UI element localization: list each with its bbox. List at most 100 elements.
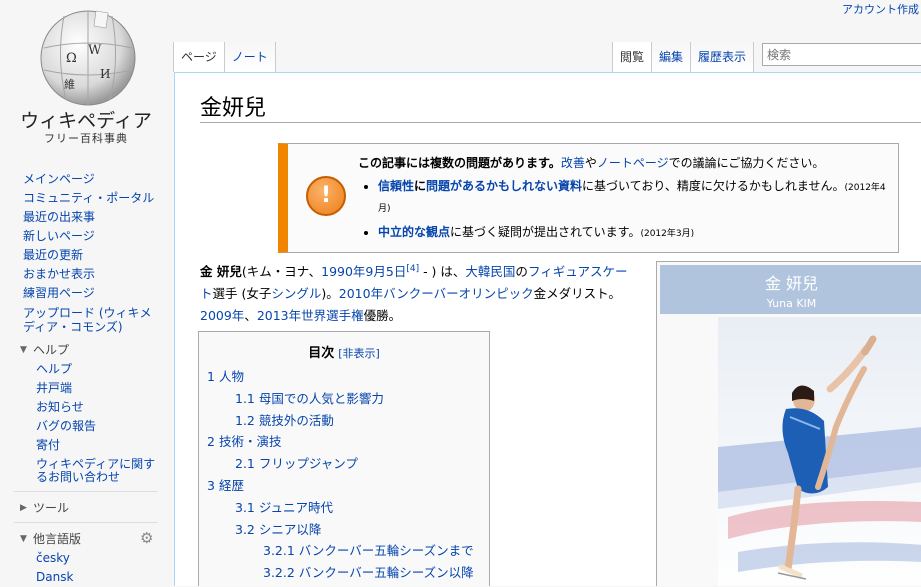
tab-history[interactable]: 履歴表示 [691,42,755,72]
article-content: 金妍兒 ! この記事には複数の問題があります。改善やノートページでの議論にご協力… [174,72,921,586]
lead-text-fragment: 選手 (女子 [212,286,272,302]
infobox-header: 金 妍兒 Yuna KIM [660,265,921,314]
sidebar-divider [14,491,158,492]
notice-text-fragment: に基づく疑問が提出されています。 [450,225,641,239]
toc-title: 目次 [非表示] [199,342,489,361]
toc-item[interactable]: 2.1 フリップジャンプ [207,453,487,475]
help-nav: ヘルプ 井戸端 お知らせ バグの報告 寄付 ウィキペディアに関するお問い合わせ [0,360,172,487]
sidebar-item-contact[interactable]: ウィキペディアに関するお問い合わせ [36,455,158,487]
reference-link[interactable]: [4] [406,264,419,274]
language-nav: česky Dansk [0,549,172,587]
lead-paragraph: 金 妍兒(キム・ヨナ、1990年9月5日[4] - ) は、大韓民国のフィギュア… [200,258,636,327]
notice-text: この記事には複数の問題があります。改善やノートページでの議論にご協力ください。 … [358,154,898,248]
sidebar-item-help[interactable]: ヘルプ [36,360,172,379]
birthdate-link[interactable]: 1990年9月5日 [321,264,406,279]
help-heading: ヘルプ [33,343,70,357]
table-of-contents: 目次 [非表示] 1 人物 1.1 母国での人気と影響力 1.2 競技外の活動 2… [198,331,490,586]
talk-page-link[interactable]: ノートページ [597,156,669,170]
lead-text-fragment: 、 [244,308,257,324]
view-tabs: 閲覧 編集 履歴表示 [612,42,755,72]
tools-heading: ツール [33,501,70,515]
issue-neutrality: 中立的な観点に基づく疑問が提出されています。(2012年3月) [378,223,898,244]
help-section-toggle[interactable]: ▼ ヘルプ [0,340,172,360]
collapsed-triangle-icon: ▶ [20,503,27,513]
main-nav: メインページ コミュニティ・ポータル 最近の出来事 新しいページ 最近の更新 お… [0,170,172,334]
sidebar-item-village-pump[interactable]: 井戸端 [36,379,172,398]
tab-talk[interactable]: ノート [224,42,276,72]
create-account-link[interactable]: アカウント作成 [842,1,919,17]
worlds-2013-link[interactable]: 2013年世界選手権 [257,308,364,323]
neutral-point-of-view-link[interactable]: 中立的な観点 [378,225,450,239]
expanded-triangle-icon: ▼ [20,534,27,544]
lead-text-fragment: - ) は、 [419,264,466,280]
lead-text-fragment: 金メダリスト。 [533,286,621,302]
namespace-tabs: ページ ノート [173,42,276,72]
sidebar-item-upload[interactable]: アップロード (ウィキメディア・コモンズ) [23,303,158,334]
sidebar-item-community-portal[interactable]: コミュニティ・ポータル [23,189,172,208]
country-link[interactable]: 大韓民国 [465,264,515,279]
year-2009-link[interactable]: 2009年 [200,308,244,323]
olympics-link[interactable]: 2010年バンクーバーオリンピック [339,286,534,301]
infobox-name: 金 妍兒 [764,274,819,293]
toc-item[interactable]: 1.2 競技外の活動 [207,410,487,432]
lead-text-fragment: 優勝。 [363,308,402,324]
sidebar-item-random[interactable]: おまかせ表示 [23,265,172,284]
puzzle-globe-icon: Ω W 維 И [40,10,136,106]
tab-page[interactable]: ページ [173,42,225,72]
toc-list: 1 人物 1.1 母国での人気と影響力 1.2 競技外の活動 2 技術・演技 2… [207,366,487,584]
sidebar-item-bug-report[interactable]: バグの報告 [36,417,172,436]
wikipedia-logo[interactable]: Ω W 維 И ウィキペディア フリー百科事典 [0,0,172,150]
lead-text-fragment: (キム・ヨナ、 [241,264,322,280]
questionable-sources-link[interactable]: 問題があるかもしれない資料 [426,179,582,193]
reliability-link[interactable]: 信頼性 [378,179,414,193]
languages-heading: 他言語版 [33,532,82,546]
globe-glyph: 維 [64,78,75,91]
globe-glyph: Ω [66,51,77,66]
title-divider [200,122,921,123]
logo-subtitle: フリー百科事典 [44,132,128,145]
sidebar-item-lang-cs[interactable]: česky [36,549,172,568]
sidebar-item-announcements[interactable]: お知らせ [36,398,172,417]
issues-notice-box: ! この記事には複数の問題があります。改善やノートページでの議論にご協力ください… [278,143,899,253]
toc-item[interactable]: 3.2.2 バンクーバー五輪シーズン以降 [207,562,487,584]
languages-section-toggle[interactable]: ▼ 他言語版 ⚙ [0,529,172,549]
skater-photo[interactable] [718,317,921,586]
toc-heading: 目次 [308,346,335,361]
issue-date: (2012年3月) [640,229,695,239]
tab-read[interactable]: 閲覧 [612,42,653,72]
sidebar-item-recent-changes[interactable]: 最近の更新 [23,246,172,265]
subject-name: 金 妍兒 [200,264,242,280]
toc-item[interactable]: 1 人物 [207,366,487,388]
toc-item[interactable]: 3 経歴 [207,475,487,497]
logo-title: ウィキペディア [20,110,152,132]
sidebar-item-current-events[interactable]: 最近の出来事 [23,208,172,227]
sidebar-item-lang-da[interactable]: Dansk [36,568,172,587]
singles-link[interactable]: シングル [271,286,321,301]
toc-item[interactable]: 3.1 ジュニア時代 [207,497,487,519]
sidebar-item-donate[interactable]: 寄付 [36,436,172,455]
gear-icon[interactable]: ⚙ [140,528,153,548]
issues-list: 信頼性に問題があるかもしれない資料に基づいており、精度に欠けるかもしれません。 (… [358,177,898,244]
globe-glyph: W [88,43,102,58]
sidebar: メインページ コミュニティ・ポータル 最近の出来事 新しいページ 最近の更新 お… [0,170,172,587]
globe-glyph: И [100,67,110,81]
sidebar-item-new-pages[interactable]: 新しいページ [23,227,172,246]
toc-item[interactable]: 1.1 母国での人気と影響力 [207,388,487,410]
toc-item[interactable]: 3.2 シニア以降 [207,519,487,541]
expanded-triangle-icon: ▼ [20,345,27,355]
toc-item[interactable]: 3.2.1 バンクーバー五輪シーズンまで [207,540,487,562]
sidebar-item-main-page[interactable]: メインページ [23,170,172,189]
toc-hide-toggle[interactable]: [非表示] [338,347,380,360]
notice-text-fragment: での議論にご協力ください。 [668,156,825,170]
improve-link[interactable]: 改善 [561,156,585,170]
infobox-name-en: Yuna KIM [766,297,817,310]
lead-text-fragment: の [515,264,528,280]
toc-item[interactable]: 2 技術・演技 [207,431,487,453]
sidebar-divider [14,522,158,523]
tab-edit[interactable]: 編集 [652,42,692,72]
infobox: 金 妍兒 Yuna KIM [656,261,921,586]
tools-section-toggle[interactable]: ▶ ツール [0,498,172,518]
search-input[interactable] [762,43,921,66]
notice-heading: この記事には複数の問題があります。 [358,156,561,170]
sidebar-item-sandbox[interactable]: 練習用ページ [23,284,172,303]
